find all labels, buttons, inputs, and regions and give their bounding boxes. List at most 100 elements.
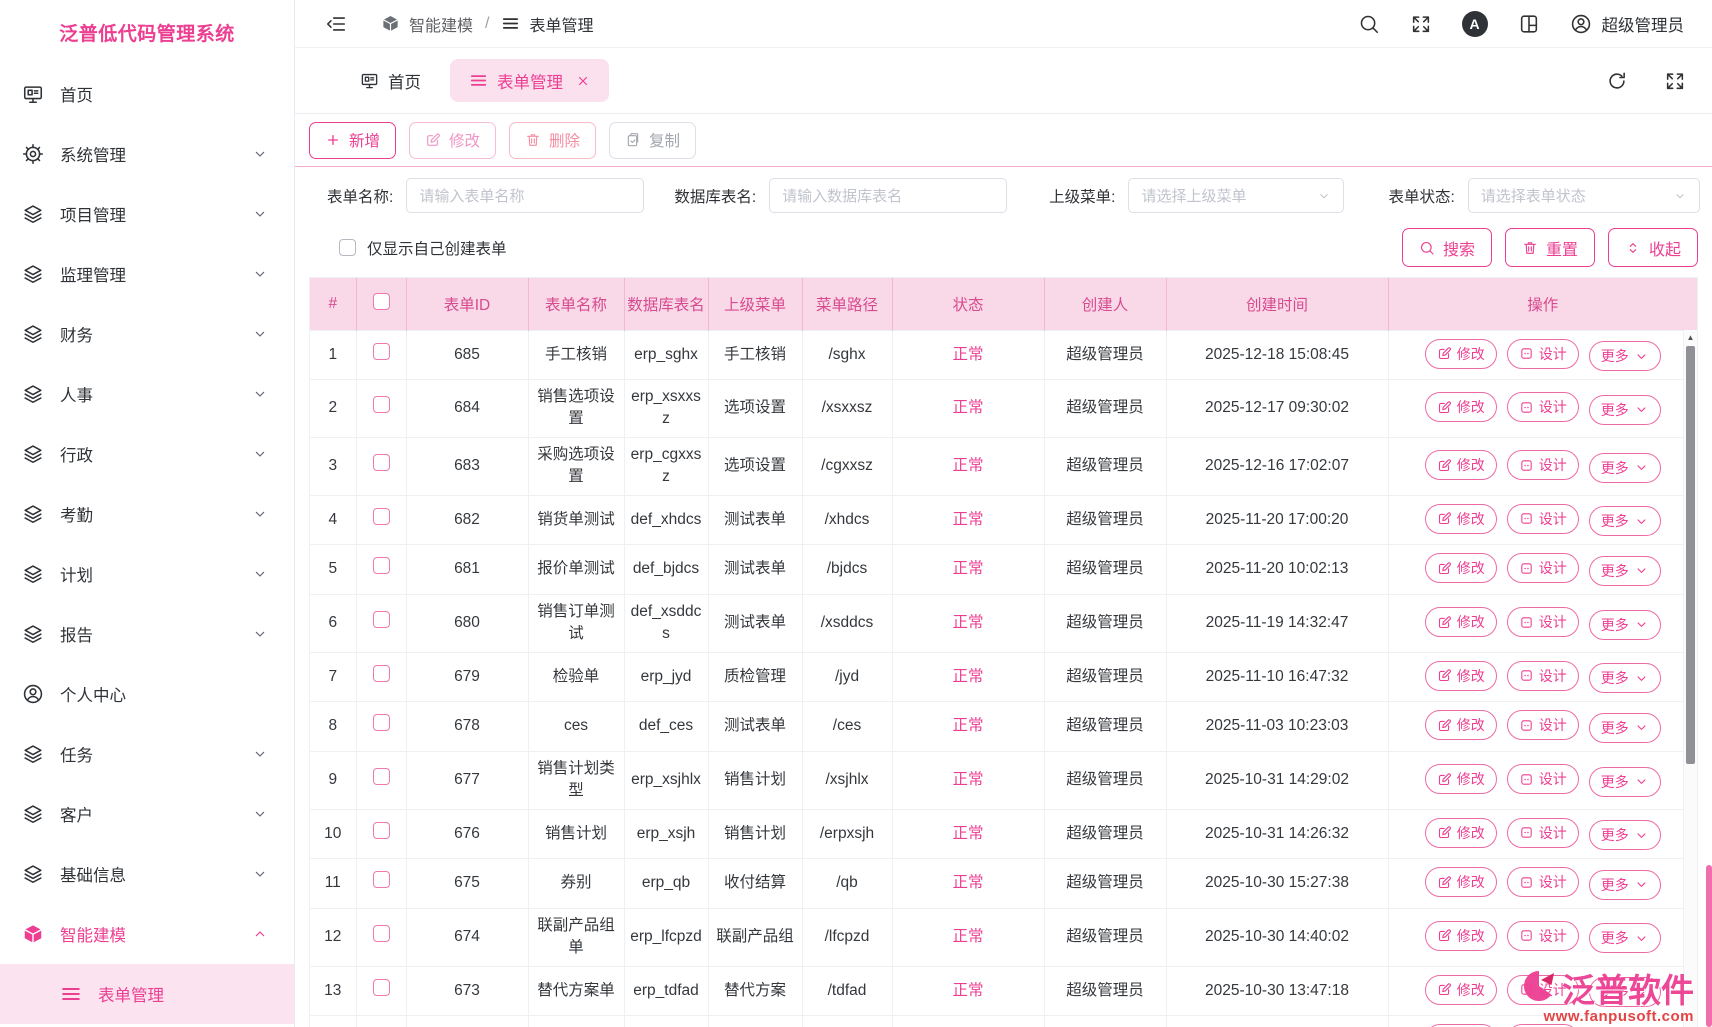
- sidebar-item-admin[interactable]: 行政: [0, 424, 294, 484]
- theme-layout-icon[interactable]: [1518, 13, 1540, 35]
- row-edit-button[interactable]: 修改: [1425, 392, 1497, 422]
- sidebar-item-finance[interactable]: 财务: [0, 304, 294, 364]
- row-design-button[interactable]: 设计: [1507, 339, 1579, 369]
- sidebar-subitem-form-management[interactable]: 表单管理: [0, 964, 294, 1024]
- cell-name: 券别: [528, 859, 624, 909]
- row-more-button[interactable]: 更多: [1589, 870, 1661, 900]
- row-more-button[interactable]: 更多: [1589, 610, 1661, 640]
- row-edit-button[interactable]: 修改: [1425, 553, 1497, 583]
- row-checkbox[interactable]: [373, 822, 390, 839]
- sidebar-item-task[interactable]: 任务: [0, 724, 294, 784]
- row-checkbox[interactable]: [373, 557, 390, 574]
- row-checkbox[interactable]: [373, 611, 390, 628]
- collapse-sidebar-icon[interactable]: [325, 13, 347, 35]
- sidebar-item-customer[interactable]: 客户: [0, 784, 294, 844]
- cell-actions: 修改设计更多: [1388, 751, 1697, 809]
- row-checkbox[interactable]: [373, 871, 390, 888]
- db-name-input[interactable]: 请输入数据库表名: [769, 178, 1007, 213]
- sidebar-item-home[interactable]: 首页: [0, 64, 294, 124]
- row-edit-button[interactable]: 修改: [1425, 764, 1497, 794]
- sidebar-item-supervision[interactable]: 监理管理: [0, 244, 294, 304]
- expand-content-icon[interactable]: [1664, 70, 1686, 92]
- row-edit-button[interactable]: 修改: [1425, 504, 1497, 534]
- reset-button[interactable]: 重置: [1505, 228, 1595, 267]
- row-checkbox[interactable]: [373, 454, 390, 471]
- search-icon[interactable]: [1358, 13, 1380, 35]
- row-checkbox[interactable]: [373, 396, 390, 413]
- row-edit-button[interactable]: 修改: [1425, 867, 1497, 897]
- sidebar-item-project[interactable]: 项目管理: [0, 184, 294, 244]
- page-scrollbar-thumb[interactable]: [1706, 865, 1712, 1027]
- row-design-button[interactable]: 设计: [1507, 553, 1579, 583]
- row-design-button[interactable]: 设计: [1507, 764, 1579, 794]
- fullscreen-icon[interactable]: [1410, 13, 1432, 35]
- row-checkbox[interactable]: [373, 343, 390, 360]
- tab-form-management[interactable]: 表单管理: [450, 59, 609, 102]
- sidebar-item-system[interactable]: 系统管理: [0, 124, 294, 184]
- row-more-button[interactable]: 更多: [1589, 453, 1661, 483]
- user-menu[interactable]: 超级管理员: [1570, 12, 1685, 36]
- row-more-button[interactable]: 更多: [1589, 663, 1661, 693]
- row-checkbox[interactable]: [373, 768, 390, 785]
- row-edit-button[interactable]: 修改: [1425, 450, 1497, 480]
- sidebar-item-hr[interactable]: 人事: [0, 364, 294, 424]
- tabs: 首页表单管理: [341, 59, 619, 102]
- form-name-input[interactable]: 请输入表单名称: [406, 178, 644, 213]
- row-design-button[interactable]: 设计: [1507, 607, 1579, 637]
- scrollbar-up-arrow[interactable]: ▲: [1684, 330, 1697, 345]
- refresh-icon[interactable]: [1606, 70, 1628, 92]
- row-checkbox[interactable]: [373, 714, 390, 731]
- row-edit-button[interactable]: 修改: [1425, 607, 1497, 637]
- row-edit-button[interactable]: 修改: [1425, 339, 1497, 369]
- tab-home[interactable]: 首页: [341, 59, 440, 102]
- sidebar-item-plan[interactable]: 计划: [0, 544, 294, 604]
- only-mine-checkbox[interactable]: [339, 239, 356, 256]
- row-design-button[interactable]: 设计: [1507, 450, 1579, 480]
- parent-menu-select[interactable]: 请选择上级菜单: [1128, 178, 1344, 213]
- row-checkbox[interactable]: [373, 665, 390, 682]
- sidebar-item-report[interactable]: 报告: [0, 604, 294, 664]
- row-edit-button[interactable]: 修改: [1425, 921, 1497, 951]
- sidebar-item-modeling[interactable]: 智能建模: [0, 904, 294, 964]
- row-more-button[interactable]: 更多: [1589, 713, 1661, 743]
- row-more-button[interactable]: 更多: [1589, 341, 1661, 371]
- row-design-button[interactable]: 设计: [1507, 921, 1579, 951]
- row-design-button[interactable]: 设计: [1507, 392, 1579, 422]
- copy-button[interactable]: 复制: [609, 122, 696, 159]
- add-button[interactable]: 新增: [309, 122, 396, 159]
- row-more-button[interactable]: 更多: [1589, 395, 1661, 425]
- row-more-button[interactable]: 更多: [1589, 923, 1661, 953]
- search-button[interactable]: 搜索: [1402, 228, 1492, 267]
- row-more-button[interactable]: 更多: [1589, 556, 1661, 586]
- row-design-button[interactable]: 设计: [1507, 710, 1579, 740]
- row-edit-button[interactable]: 修改: [1425, 710, 1497, 740]
- row-design-button[interactable]: 设计: [1507, 504, 1579, 534]
- row-more-button[interactable]: 更多: [1589, 767, 1661, 797]
- row-edit-button[interactable]: 修改: [1425, 661, 1497, 691]
- row-more-button[interactable]: 更多: [1589, 820, 1661, 850]
- row-design-button[interactable]: 设计: [1507, 818, 1579, 848]
- row-checkbox[interactable]: [373, 979, 390, 996]
- row-edit-button[interactable]: 修改: [1425, 975, 1497, 1005]
- table-scrollbar[interactable]: ▲: [1683, 330, 1697, 1027]
- sidebar-item-attendance[interactable]: 考勤: [0, 484, 294, 544]
- sidebar-item-personal[interactable]: 个人中心: [0, 664, 294, 724]
- font-size-icon[interactable]: A: [1462, 11, 1488, 37]
- sidebar-item-baseinfo[interactable]: 基础信息: [0, 844, 294, 904]
- row-edit-button[interactable]: 修改: [1425, 818, 1497, 848]
- row-design-button[interactable]: 设计: [1507, 867, 1579, 897]
- form-status-select[interactable]: 请选择表单状态: [1468, 178, 1700, 213]
- delete-button[interactable]: 删除: [509, 122, 596, 159]
- collapse-button[interactable]: 收起: [1608, 228, 1698, 267]
- row-more-button[interactable]: 更多: [1589, 977, 1661, 1007]
- edit-button[interactable]: 修改: [409, 122, 496, 159]
- row-design-button[interactable]: 设计: [1507, 661, 1579, 691]
- scrollbar-thumb[interactable]: [1686, 346, 1695, 764]
- select-all-checkbox[interactable]: [373, 293, 390, 310]
- close-tab-icon[interactable]: [576, 74, 590, 88]
- row-design-button[interactable]: 设计: [1507, 975, 1579, 1005]
- row-checkbox[interactable]: [373, 508, 390, 525]
- row-more-button[interactable]: 更多: [1589, 506, 1661, 536]
- breadcrumb-parent[interactable]: 智能建模: [409, 12, 473, 36]
- row-checkbox[interactable]: [373, 925, 390, 942]
